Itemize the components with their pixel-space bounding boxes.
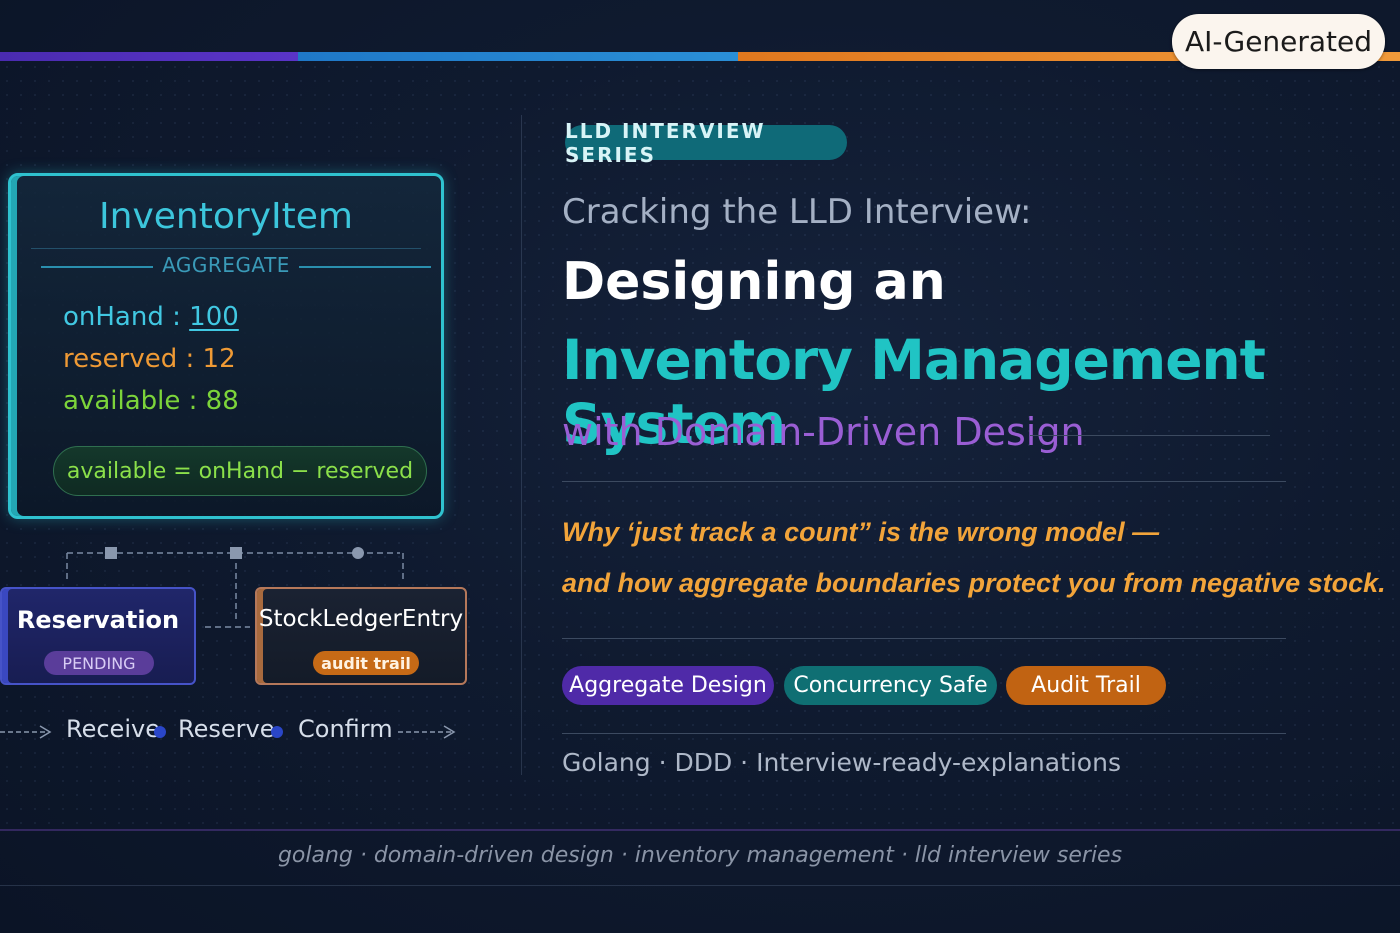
footer-keywords: golang · domain-driven design · inventor… [277, 843, 1123, 868]
formula-pill: available = onHand − reserved [53, 446, 427, 496]
connector-node [352, 547, 364, 559]
ai-generated-badge: AI-Generated [1172, 14, 1385, 69]
arrow-right-icon [0, 725, 52, 739]
audit-trail-badge: audit trail [313, 651, 419, 675]
page-subtitle: Cracking the LLD Interview: [562, 192, 1032, 232]
aggregate-card: InventoryItem AGGREGATE onHand : 100 res… [8, 173, 444, 519]
aggregate-label: AGGREGATE [162, 253, 290, 277]
tech-stack: Golang · DDD · Interview-ready-explanati… [562, 748, 1121, 777]
divider [1030, 435, 1270, 436]
reservation-entity: Reservation PENDING [0, 587, 196, 685]
ledger-entity: StockLedgerEntry audit trail [255, 587, 467, 685]
tag-aggregate-design: Aggregate Design [562, 666, 774, 705]
footer-divider [0, 829, 1400, 831]
page-title-line1: Designing an [562, 252, 946, 312]
flow-step: Confirm [298, 715, 393, 743]
flow-step: Reserve [178, 715, 275, 743]
field-reserved: reserved : 12 [63, 344, 236, 374]
aggregate-title: InventoryItem [99, 196, 353, 237]
divider [31, 248, 421, 249]
connector-node [230, 547, 242, 559]
arrow-right-icon [398, 725, 456, 739]
series-badge: LLD INTERVIEW SERIES [565, 119, 847, 167]
field-available: available : 88 [63, 386, 239, 416]
tagline-line2: and how aggregate boundaries protect you… [562, 568, 1386, 598]
flow-dot [271, 726, 283, 738]
page-title-line3: with Domain-Driven Design [562, 410, 1085, 454]
tagline-line1: Why ‘just track a count” is the wrong mo… [562, 517, 1160, 547]
flow-dot [154, 726, 166, 738]
divider [562, 638, 1286, 639]
status-badge: PENDING [44, 651, 154, 675]
ledger-title: StockLedgerEntry [258, 606, 464, 632]
divider [562, 733, 1286, 734]
field-onhand: onHand : 100 [63, 302, 239, 332]
connector-node [105, 547, 117, 559]
divider [562, 481, 1286, 482]
column-divider [521, 115, 522, 775]
reservation-title: Reservation [16, 606, 180, 634]
tag-concurrency-safe: Concurrency Safe [784, 666, 997, 705]
footer-divider [0, 885, 1400, 886]
flow-step: Receive [66, 715, 160, 743]
flow-steps: Receive Reserve Confirm [0, 712, 470, 752]
tag-audit-trail: Audit Trail [1006, 666, 1166, 705]
